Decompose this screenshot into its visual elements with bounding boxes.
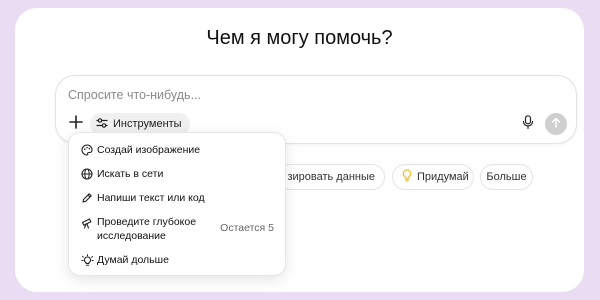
voice-input-button[interactable] [518,114,538,134]
tools-button-label: Инструменты [113,118,182,130]
menu-item-label: Думай дольше [97,254,169,266]
globe-icon [80,167,94,181]
menu-item-search-web[interactable]: Искать в сети [69,166,285,182]
suggestion-label: зировать данные [287,171,375,183]
telescope-icon [80,216,94,230]
menu-item-label: Создай изображение [97,144,201,156]
menu-item-think-longer[interactable]: Думай дольше [69,252,285,268]
menu-item-create-image[interactable]: Создай изображение [69,142,285,158]
menu-item-label: Напиши текст или код [97,192,205,204]
prompt-input[interactable] [68,85,508,105]
menu-item-write-text-or-code[interactable]: Напиши текст или код [69,190,285,206]
add-attachment-button[interactable] [66,114,86,134]
lightbulb-icon [80,253,94,267]
suggestion-more[interactable]: Больше [480,164,533,190]
suggestion-think[interactable]: Придумай [392,164,474,190]
menu-item-deep-research[interactable]: Проведите глубокое исследование Остается… [69,215,285,245]
tools-menu: Создай изображение Искать в сети Напиши … [68,132,286,276]
suggestion-label: Придумай [417,171,469,183]
send-button[interactable] [545,113,567,135]
pen-icon [80,191,94,205]
deep-research-remaining: Остается 5 [220,222,274,234]
microphone-icon [522,114,534,134]
menu-item-label: Искать в сети [97,168,164,180]
page-title: Чем я могу помочь? [206,27,393,49]
arrow-up-icon [551,115,561,133]
suggestion-analyze-data[interactable]: зировать данные [277,164,385,190]
palette-icon [80,143,94,157]
sliders-icon [96,117,108,132]
menu-item-label: Проведите глубокое исследование [97,216,197,242]
plus-icon [69,114,83,134]
lightbulb-icon [402,169,412,185]
suggestion-label: Больше [486,171,527,183]
